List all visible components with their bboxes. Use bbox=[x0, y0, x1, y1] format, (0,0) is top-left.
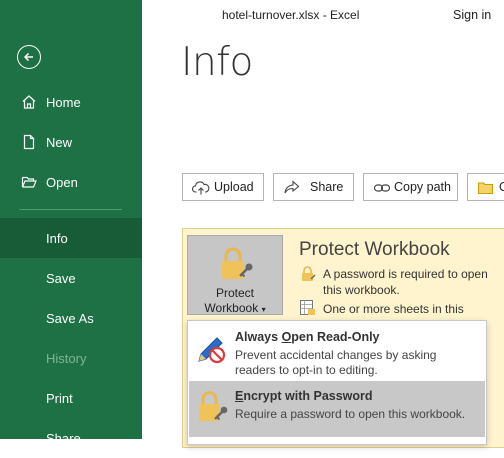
upload-button[interactable]: Upload bbox=[182, 173, 264, 201]
nav-save-as[interactable]: Save As bbox=[0, 298, 142, 338]
nav-history: History bbox=[0, 338, 142, 378]
menu-item-title: Encrypt with Password bbox=[235, 389, 373, 403]
nav-print[interactable]: Print bbox=[0, 378, 142, 418]
lock-key-icon bbox=[222, 247, 253, 279]
nav-save[interactable]: Save bbox=[0, 258, 142, 298]
open-location-label: O bbox=[499, 180, 504, 194]
document-title: hotel-turnover.xlsx - Excel bbox=[222, 8, 360, 22]
lock-icon bbox=[302, 266, 316, 281]
nav-separator bbox=[19, 209, 122, 210]
nav-new[interactable]: New bbox=[0, 122, 142, 162]
home-icon bbox=[22, 95, 36, 109]
backstage-sidebar: Home New Open Info Save Save As History … bbox=[0, 0, 142, 446]
nav-save-label: Save bbox=[46, 270, 76, 286]
protect-desc-line-3: One or more sheets in this bbox=[323, 302, 464, 316]
copy-path-button[interactable]: Copy path bbox=[363, 173, 458, 201]
nav-home-label: Home bbox=[46, 94, 81, 110]
nav-home[interactable]: Home bbox=[0, 82, 142, 122]
menu-item-title: Always Open Read-Only bbox=[235, 330, 380, 344]
lock-key-icon bbox=[199, 391, 228, 421]
nav-open[interactable]: Open bbox=[0, 162, 142, 202]
folder-open-icon bbox=[21, 176, 37, 188]
share-label: Share bbox=[310, 180, 344, 194]
folder-icon bbox=[477, 182, 494, 195]
copy-path-label: Copy path bbox=[394, 180, 451, 194]
menu-item-encrypt-with-password[interactable]: Encrypt with Password Require a password… bbox=[189, 381, 485, 437]
nav-history-label: History bbox=[46, 350, 87, 366]
protect-desc-line-2: this workbook. bbox=[323, 283, 400, 297]
nav-share[interactable]: Share bbox=[0, 418, 142, 458]
upload-label: Upload bbox=[214, 180, 254, 194]
new-document-icon bbox=[23, 134, 35, 150]
menu-item-description: Require a password to open this workbook… bbox=[235, 407, 466, 421]
nav-share-label: Share bbox=[46, 430, 81, 446]
protect-workbook-button[interactable]: Protect Workbook ▾ bbox=[187, 235, 283, 315]
nav-open-label: Open bbox=[46, 174, 78, 190]
nav-info[interactable]: Info bbox=[0, 218, 142, 258]
back-button[interactable] bbox=[17, 45, 41, 69]
protect-button-label-1: Protect bbox=[215, 286, 254, 300]
open-location-button[interactable]: O bbox=[467, 173, 504, 201]
nav-info-label: Info bbox=[46, 230, 68, 246]
link-icon bbox=[373, 184, 391, 192]
menu-item-description: Prevent accidental changes by asking rea… bbox=[235, 348, 437, 377]
menu-item-always-open-read-only[interactable]: Always Open Read-Only Prevent accidental… bbox=[189, 322, 485, 378]
back-arrow-icon bbox=[23, 52, 33, 62]
protect-heading: Protect Workbook bbox=[299, 239, 450, 260]
pencil-prohibited-icon bbox=[198, 337, 226, 364]
chevron-down-icon: ▾ bbox=[261, 305, 266, 314]
page-title: Info bbox=[181, 40, 253, 85]
nav-new-label: New bbox=[46, 134, 73, 150]
protect-button-label-2: Workbook ▾ bbox=[204, 301, 266, 315]
protect-desc-line-1: A password is required to open bbox=[323, 267, 488, 281]
title-bar: hotel-turnover.xlsx - Excel Sign in bbox=[142, 0, 504, 30]
share-button[interactable]: Share bbox=[273, 173, 354, 201]
nav-save-as-label: Save As bbox=[46, 310, 94, 326]
protect-workbook-menu: Always Open Read-Only Prevent accidental… bbox=[187, 320, 487, 445]
nav-print-label: Print bbox=[46, 390, 73, 406]
sheet-lock-icon bbox=[300, 300, 315, 315]
share-icon bbox=[284, 180, 300, 194]
sign-in-link[interactable]: Sign in bbox=[453, 8, 491, 22]
upload-cloud-icon bbox=[192, 181, 210, 195]
